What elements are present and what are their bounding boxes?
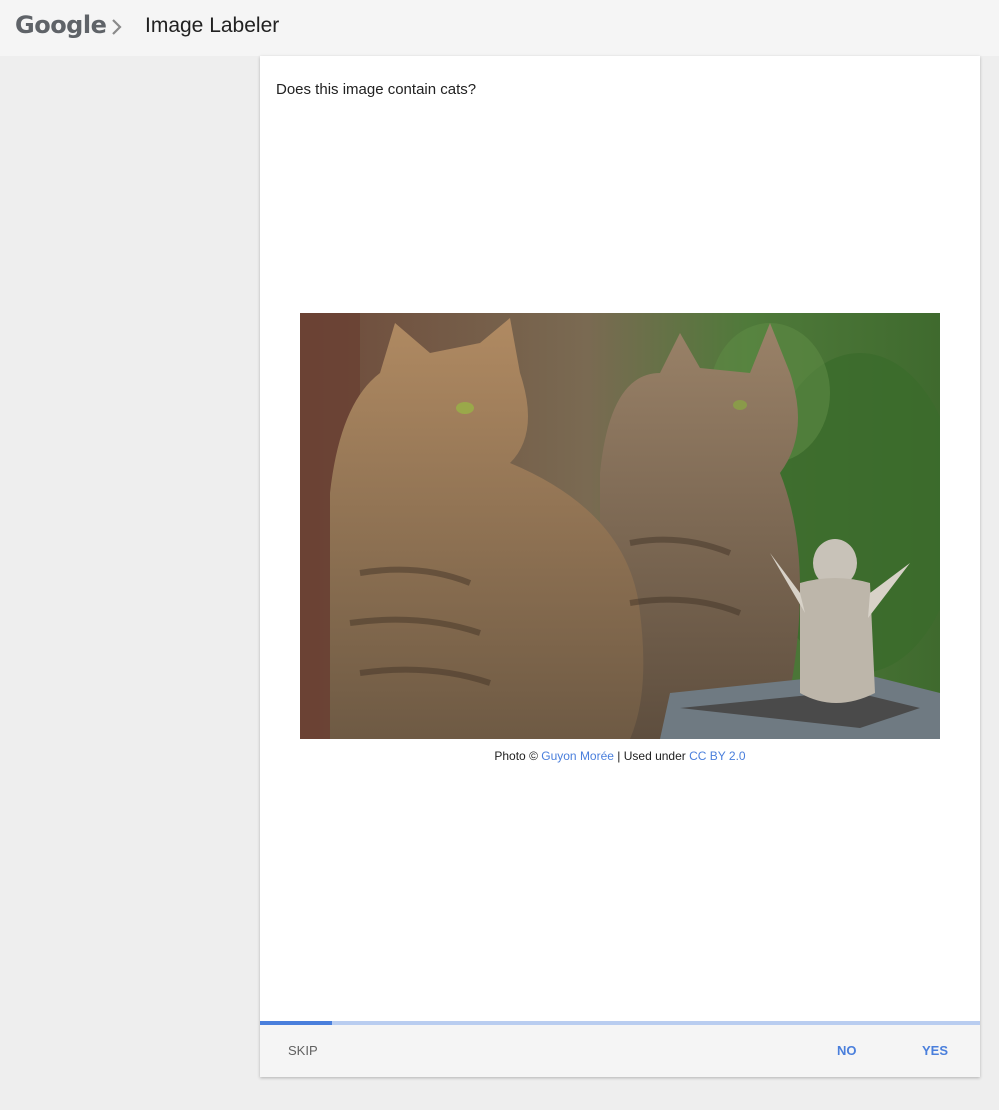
- chevron-right-icon: [112, 19, 122, 35]
- top-bar: Google Image Labeler: [0, 0, 999, 56]
- app-title: Image Labeler: [145, 14, 280, 37]
- no-button[interactable]: NO: [837, 1025, 857, 1077]
- credit-middle: | Used under: [613, 749, 690, 763]
- photo-credit: Photo © Guyon Morée | Used under CC BY 2…: [260, 749, 980, 763]
- credit-prefix: Photo ©: [494, 749, 542, 763]
- skip-button[interactable]: SKIP: [288, 1025, 318, 1077]
- author-link[interactable]: Guyon Morée: [541, 749, 614, 763]
- task-question: Does this image contain cats?: [276, 81, 477, 98]
- yes-button[interactable]: YES: [922, 1025, 948, 1077]
- labeling-card: Does this image contain cats? Photo © Gu…: [260, 56, 980, 1077]
- task-photo: [300, 313, 940, 739]
- google-logo[interactable]: Google: [15, 11, 107, 39]
- action-bar: SKIP NO YES: [260, 1025, 980, 1077]
- license-link[interactable]: CC BY 2.0: [689, 749, 745, 763]
